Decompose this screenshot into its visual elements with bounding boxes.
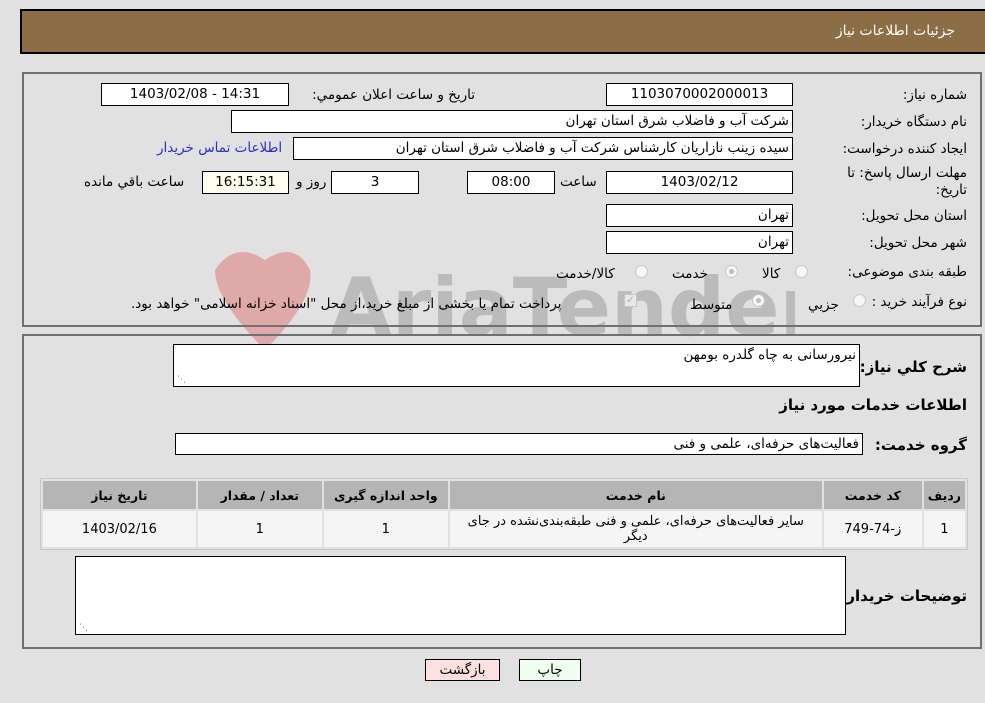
buyer-notes-textarea[interactable]: ⋰ — [75, 556, 846, 635]
time-remaining-label: ساعت باقي مانده — [84, 174, 185, 190]
purchase-minor-label: جزيي — [808, 297, 839, 313]
table-header-row: ردیف کد خدمت نام خدمت واحد اندازه گیری ت… — [43, 481, 965, 509]
buyer-org-field: شرکت آب و فاضلاب شرق استان تهران — [231, 110, 793, 133]
cell-need-date: 1403/02/16 — [43, 511, 196, 547]
requester-field: سیده زینب نازاریان کارشناس شرکت آب و فاض… — [293, 137, 793, 160]
services-heading: اطلاعات خدمات مورد نیاز — [779, 396, 967, 414]
purchase-minor-radio[interactable] — [853, 294, 866, 307]
print-button[interactable]: چاپ — [519, 659, 581, 681]
services-table: ردیف کد خدمت نام خدمت واحد اندازه گیری ت… — [40, 478, 968, 550]
deadline-label: مهلت ارسال پاسخ: تا تاریخ: — [847, 165, 967, 198]
category-label: طبقه بندی موضوعی: — [847, 264, 967, 280]
delivery-province-label: استان محل تحویل: — [861, 208, 967, 224]
delivery-province-field: تهران — [606, 204, 793, 227]
purchase-medium-radio[interactable] — [752, 294, 765, 307]
col-header-need-date: تاریخ نیاز — [43, 481, 196, 509]
treasury-bonds-label: پرداخت تمام یا بخشی از مبلغ خرید،از محل … — [131, 296, 562, 312]
cell-service-code: ز-74-749 — [823, 511, 922, 547]
purchase-type-label: نوع فرآیند خرید : — [871, 294, 967, 310]
category-goods-radio[interactable] — [795, 265, 808, 278]
category-goods-service-radio[interactable] — [635, 265, 648, 278]
buyer-org-label: نام دستگاه خريدار: — [860, 114, 967, 130]
col-header-service-name: نام خدمت — [449, 481, 822, 509]
deadline-date-field: 1403/02/12 — [606, 171, 793, 194]
service-group-label: گروه خدمت: — [874, 436, 967, 454]
service-group-field: فعالیت‌های حرفه‌ای، علمی و فنی — [175, 433, 863, 455]
purchase-medium-label: متوسط — [690, 297, 733, 313]
col-header-unit: واحد اندازه گیری — [323, 481, 448, 509]
deadline-time-label: ساعت — [560, 174, 597, 190]
description-text: نیرورسانی به چاه گلدره بومهن — [683, 347, 856, 363]
category-goods-label: کالا — [762, 266, 781, 282]
page-title: جزئیات اطلاعات نیاز — [835, 23, 955, 39]
resize-grip-icon[interactable]: ⋰ — [78, 623, 88, 633]
days-label: روز و — [296, 174, 327, 190]
cell-quantity: 1 — [197, 511, 322, 547]
cell-service-name: سایر فعالیت‌های حرفه‌ای، علمی و فنی طبقه… — [449, 511, 822, 547]
delivery-city-label: شهر محل تحویل: — [869, 235, 967, 251]
description-textarea[interactable]: نیرورسانی به چاه گلدره بومهن ⋰ — [173, 344, 860, 387]
col-header-service-code: کد خدمت — [823, 481, 922, 509]
delivery-city-field: تهران — [606, 231, 793, 254]
treasury-bonds-checkbox[interactable]: ✓ — [624, 294, 637, 307]
page-header: جزئیات اطلاعات نیاز — [20, 9, 985, 54]
announce-datetime-field: 1403/02/08 - 14:31 — [101, 83, 289, 106]
cell-row-number: 1 — [923, 511, 965, 547]
description-label: شرح کلي نیاز: — [859, 358, 967, 376]
category-service-label: خدمت — [672, 266, 708, 282]
cell-unit: 1 — [323, 511, 448, 547]
col-header-row-number: ردیف — [923, 481, 965, 509]
col-header-quantity: تعداد / مقدار — [197, 481, 322, 509]
buyer-notes-label: توضیحات خریدار: — [840, 587, 967, 605]
need-number-label: شماره نیاز: — [902, 87, 967, 103]
category-service-radio[interactable] — [725, 265, 738, 278]
back-button[interactable]: بازگشت — [425, 659, 500, 681]
buyer-contact-link[interactable]: اطلاعات تماس خریدار — [157, 140, 282, 156]
resize-grip-icon[interactable]: ⋰ — [176, 375, 186, 385]
deadline-time-field: 08:00 — [467, 171, 555, 194]
announce-datetime-label: تاریخ و ساعت اعلان عمومي: — [312, 87, 475, 103]
table-row: 1 ز-74-749 سایر فعالیت‌های حرفه‌ای، علمی… — [43, 511, 965, 547]
need-number-field: 1103070002000013 — [606, 83, 793, 106]
requester-label: ایجاد کننده درخواست: — [842, 141, 967, 157]
days-remaining-field: 3 — [331, 171, 419, 194]
category-goods-service-label: کالا/خدمت — [556, 266, 615, 282]
time-remaining-field: 16:15:31 — [202, 171, 289, 194]
